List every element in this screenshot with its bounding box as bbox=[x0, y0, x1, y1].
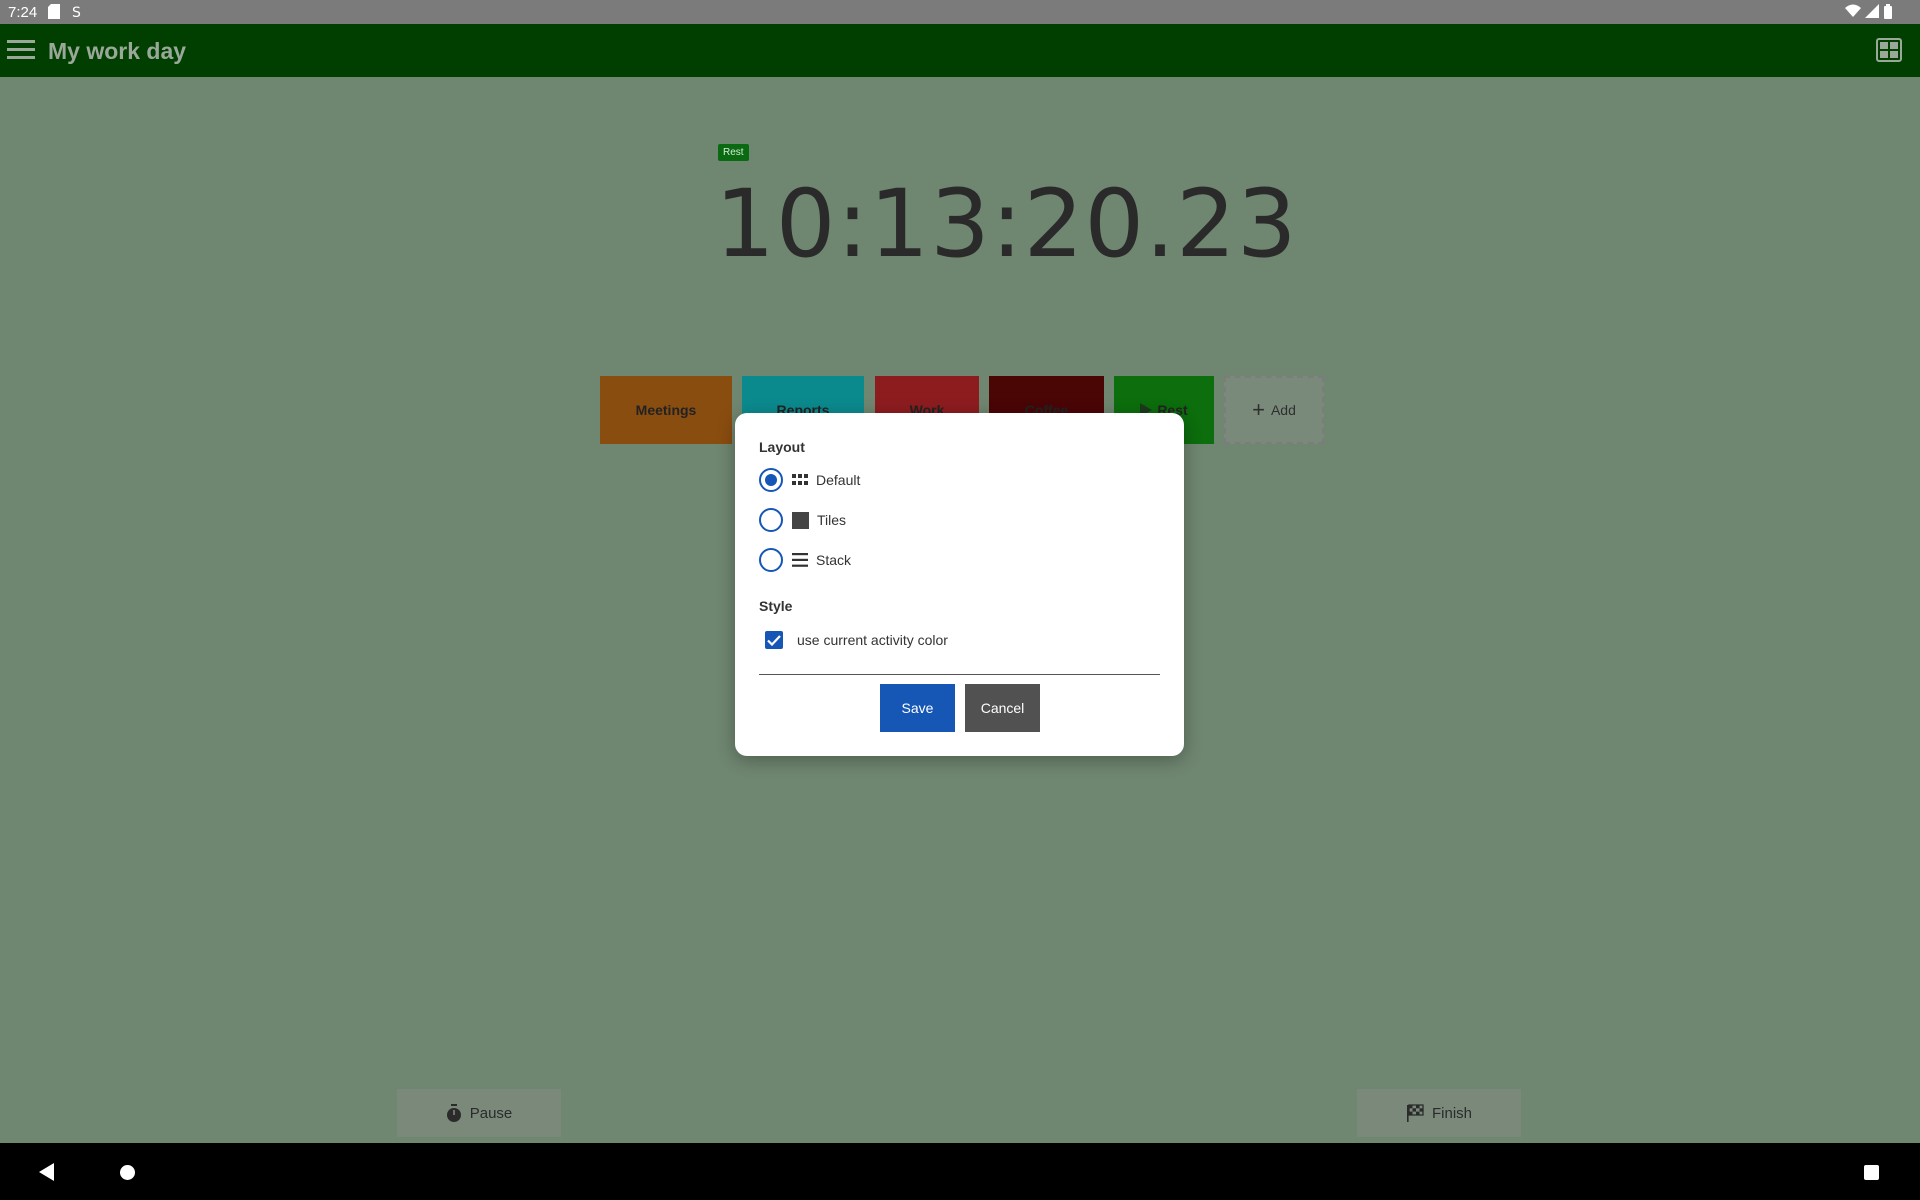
plus-icon: + bbox=[1252, 397, 1265, 422]
grid-icon bbox=[792, 474, 808, 485]
layout-option-tiles[interactable]: Tiles bbox=[759, 506, 846, 534]
radio-tiles[interactable] bbox=[759, 508, 783, 532]
system-nav-bar bbox=[0, 1143, 1920, 1200]
radio-stack[interactable] bbox=[759, 548, 783, 572]
app-title: My work day bbox=[48, 38, 187, 64]
layout-section-title: Layout bbox=[759, 439, 805, 455]
svg-text:S: S bbox=[72, 5, 81, 19]
recents-icon[interactable] bbox=[1864, 1165, 1879, 1180]
elapsed-timer: 10:13:20.23 bbox=[715, 170, 1298, 279]
square-icon bbox=[792, 511, 809, 529]
radio-default[interactable] bbox=[759, 468, 783, 492]
sd-card-icon bbox=[48, 4, 60, 19]
menu-icon[interactable] bbox=[7, 38, 35, 62]
status-time: 7:24 bbox=[8, 4, 38, 21]
layout-option-label: Stack bbox=[816, 552, 852, 568]
save-button[interactable]: Save bbox=[880, 684, 955, 732]
current-activity-badge: Rest bbox=[718, 144, 749, 161]
layout-option-default[interactable]: Default bbox=[759, 466, 860, 494]
layout-option-label: Tiles bbox=[817, 512, 847, 528]
finish-label: Finish bbox=[1431, 1104, 1472, 1122]
checkered-flag-icon bbox=[1406, 1104, 1424, 1122]
layout-option-stack[interactable]: Stack bbox=[759, 546, 851, 574]
back-icon[interactable] bbox=[39, 1163, 54, 1181]
dialog-divider bbox=[759, 674, 1160, 675]
add-label: Add bbox=[1270, 402, 1296, 418]
layout-grid-icon[interactable] bbox=[1876, 38, 1902, 62]
activity-label: Meetings bbox=[635, 402, 697, 418]
pause-button[interactable]: Pause bbox=[397, 1089, 561, 1137]
checkmark-icon bbox=[767, 634, 781, 646]
storage-sync-icon: S bbox=[72, 5, 81, 19]
add-activity-button[interactable]: + Add bbox=[1224, 376, 1324, 444]
wifi-icon bbox=[1845, 4, 1861, 17]
use-activity-color-label: use current activity color bbox=[797, 632, 948, 648]
layout-option-label: Default bbox=[816, 472, 861, 488]
stopwatch-icon bbox=[446, 1104, 461, 1122]
home-icon[interactable] bbox=[120, 1165, 135, 1180]
battery-icon bbox=[1884, 4, 1892, 19]
cell-signal-icon bbox=[1865, 4, 1879, 18]
use-activity-color-row[interactable]: use current activity color bbox=[765, 631, 948, 649]
finish-button[interactable]: Finish bbox=[1357, 1089, 1521, 1137]
pause-label: Pause bbox=[469, 1104, 513, 1122]
layout-dialog: Layout Default Tiles Stack Style use cur… bbox=[735, 413, 1184, 756]
cancel-button[interactable]: Cancel bbox=[965, 684, 1040, 732]
list-icon bbox=[792, 553, 808, 567]
style-section-title: Style bbox=[759, 598, 793, 614]
use-activity-color-checkbox[interactable] bbox=[765, 631, 783, 649]
status-bar: 7:24 S bbox=[0, 0, 1920, 24]
app-bar: My work day bbox=[0, 24, 1920, 77]
activity-tile-meetings[interactable]: Meetings bbox=[600, 376, 732, 444]
